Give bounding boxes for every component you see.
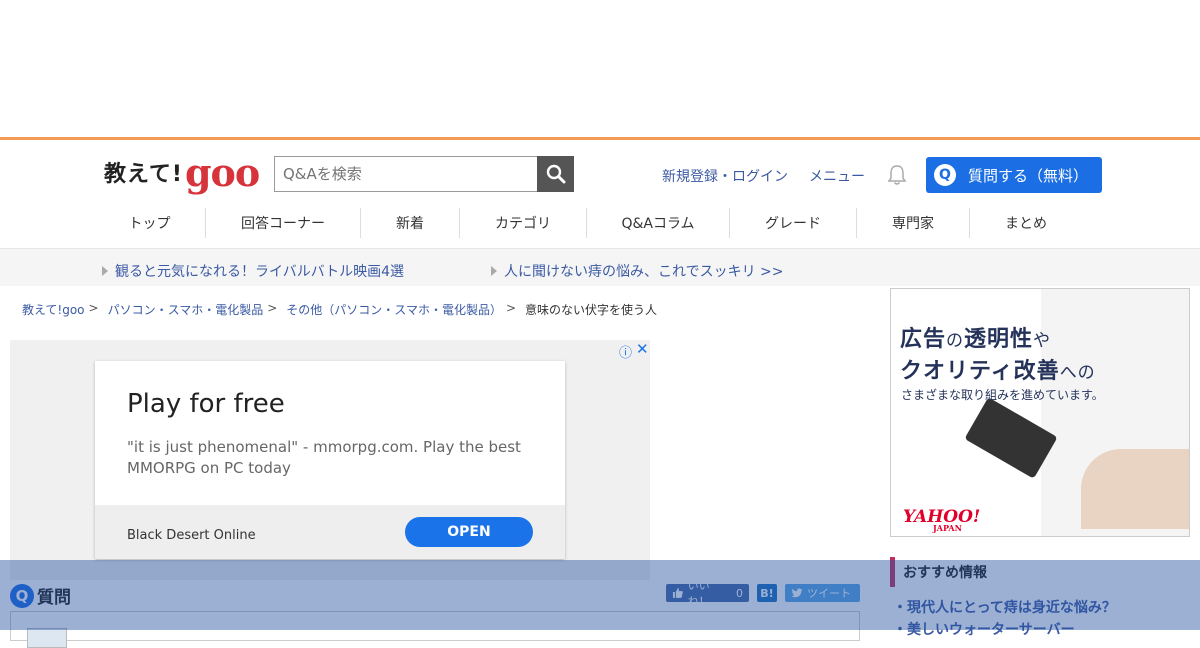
bottom-overlay bbox=[0, 560, 1200, 630]
promo-link[interactable]: 観ると元気になれる！ライバルバトル映画4選 bbox=[102, 261, 404, 281]
site-logo[interactable]: 教えて! goo bbox=[104, 150, 260, 195]
ad-card[interactable]: Play for free "it is just phenomenal" - … bbox=[95, 361, 565, 559]
promo-link-label: 人に聞けない痔の悩み、これでスッキリ >> bbox=[504, 264, 784, 280]
ad-description: "it is just phenomenal" - mmorpg.com. Pl… bbox=[127, 438, 521, 477]
breadcrumb-current: 意味のない伏字を使う人 bbox=[525, 303, 658, 317]
logo-text: 教えて! bbox=[104, 162, 183, 187]
ask-button-label: 質問する（無料） bbox=[968, 166, 1089, 185]
search-button[interactable] bbox=[537, 156, 574, 192]
menu-link[interactable]: メニュー bbox=[809, 166, 865, 186]
nav-expert[interactable]: 専門家 bbox=[857, 208, 970, 238]
breadcrumb-separator: > bbox=[267, 301, 278, 315]
breadcrumb-link[interactable]: その他（パソコン・スマホ・電化製品） bbox=[286, 301, 502, 318]
triangle-icon bbox=[102, 266, 108, 276]
side-ad-text: 透明性 bbox=[964, 327, 1034, 352]
nav-new[interactable]: 新着 bbox=[361, 208, 460, 238]
triangle-icon bbox=[491, 266, 497, 276]
nav-column[interactable]: Q&Aコラム bbox=[587, 208, 730, 238]
side-ad-text: クオリティ改善 bbox=[900, 359, 1060, 384]
site-header: 教えて! goo 新規登録・ログイン メニュー Q 質問する（無料） トップ 回… bbox=[0, 140, 1200, 248]
side-ad-text: 広告 bbox=[900, 327, 947, 352]
search-icon bbox=[546, 164, 565, 184]
yahoo-logo: YAHOO! JAPAN bbox=[903, 507, 980, 533]
breadcrumb-link[interactable]: 教えて!goo bbox=[22, 301, 85, 318]
promo-bar: 観ると元気になれる！ライバルバトル映画4選 人に聞けない痔の悩み、これでスッキリ… bbox=[0, 248, 1200, 286]
breadcrumb-link[interactable]: パソコン・スマホ・電化製品 bbox=[108, 301, 264, 318]
close-icon[interactable]: ✕ bbox=[636, 340, 649, 358]
promo-link-label: 観ると元気になれる！ライバルバトル映画4選 bbox=[115, 264, 405, 280]
nav-answer[interactable]: 回答コーナー bbox=[206, 208, 361, 238]
question-icon: Q bbox=[934, 164, 956, 186]
top-ad-space bbox=[0, 0, 1200, 137]
main-nav: トップ 回答コーナー 新着 カテゴリ Q&Aコラム グレード 専門家 まとめ bbox=[94, 208, 1082, 240]
nav-matome[interactable]: まとめ bbox=[970, 208, 1082, 238]
ask-question-button[interactable]: Q 質問する（無料） bbox=[926, 157, 1102, 193]
side-ad-headline-1: 広告の透明性や bbox=[900, 321, 1051, 353]
ad-info-icon[interactable]: ⓘ bbox=[619, 342, 632, 361]
side-ad-text: への bbox=[1059, 363, 1096, 383]
breadcrumb-separator: > bbox=[505, 301, 517, 315]
breadcrumb-separator: > bbox=[88, 301, 99, 315]
promo-link[interactable]: 人に聞けない痔の悩み、これでスッキリ >> bbox=[491, 261, 784, 281]
ad-footer: Black Desert Online OPEN bbox=[95, 505, 565, 559]
bell-icon[interactable] bbox=[886, 164, 908, 186]
ad-open-button[interactable]: OPEN bbox=[405, 517, 533, 547]
nav-grade[interactable]: グレード bbox=[730, 208, 857, 238]
nav-top[interactable]: トップ bbox=[94, 208, 206, 238]
ad-brand: Black Desert Online bbox=[127, 528, 256, 543]
arm-illustration bbox=[1081, 449, 1189, 529]
avatar[interactable] bbox=[27, 628, 67, 648]
breadcrumb: 教えて!goo > パソコン・スマホ・電化製品 > その他（パソコン・スマホ・電… bbox=[22, 301, 657, 318]
register-login-link[interactable]: 新規登録・ログイン bbox=[662, 166, 788, 186]
side-ad-text: や bbox=[1033, 331, 1052, 351]
side-ad-text: の bbox=[946, 331, 965, 351]
ad-title[interactable]: Play for free bbox=[127, 389, 285, 419]
search-input[interactable] bbox=[274, 156, 538, 192]
side-ad[interactable]: 広告の透明性や クオリティ改善への さまざまな取り組みを進めています。 YAHO… bbox=[890, 288, 1190, 537]
side-ad-headline-2: クオリティ改善への bbox=[900, 353, 1096, 385]
ad-area: ⓘ ✕ Play for free "it is just phenomenal… bbox=[10, 340, 650, 580]
logo-brand: goo bbox=[184, 150, 260, 195]
nav-category[interactable]: カテゴリ bbox=[460, 208, 587, 238]
side-ad-subtext: さまざまな取り組みを進めています。 bbox=[901, 388, 1104, 402]
